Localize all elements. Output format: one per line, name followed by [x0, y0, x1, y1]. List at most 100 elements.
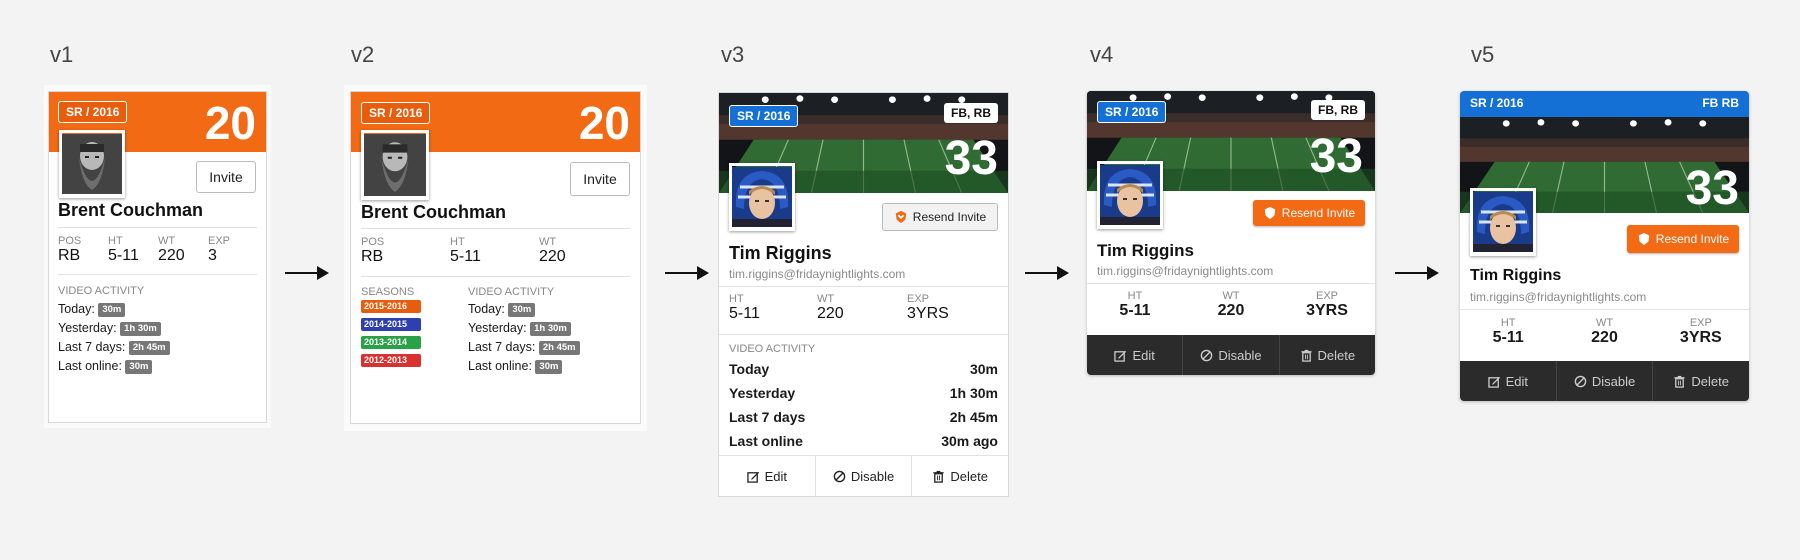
player-card-v2: SR / 2016 20 Invite Brent Couchman POS RB… — [350, 91, 641, 424]
stat-exp: EXP 3YRS — [1679, 317, 1722, 346]
trash-icon — [1673, 375, 1686, 388]
activity-tag: 1h 30m — [530, 321, 571, 336]
stat-wt: WT 220 — [158, 235, 185, 264]
player-card-v5: SR / 2016 FB RB 33 Resend Invite Tim Rig… — [1460, 91, 1749, 401]
season-badge[interactable]: 2013-2014 — [361, 336, 421, 349]
edit-icon — [1114, 349, 1127, 362]
delete-button[interactable]: Delete — [1280, 335, 1375, 375]
invite-button[interactable]: Invite — [570, 162, 630, 196]
divider — [719, 334, 1008, 335]
activity-tag: 2h 45m — [538, 340, 580, 355]
player-card-v1: SR / 2016 20 Invite Brent Couchman POS RB… — [48, 91, 267, 423]
player-name: Tim Riggins — [1097, 241, 1194, 260]
stat-exp: EXP 3YRS — [1306, 290, 1348, 319]
stats-row: HT 5-11 WT 220 EXP 3YRS — [1460, 317, 1749, 347]
ban-icon — [1200, 349, 1213, 362]
edit-icon — [747, 470, 760, 483]
avatar — [59, 130, 125, 198]
stat-pos: POS RB — [58, 235, 82, 264]
activity-tag: 1h 30m — [120, 321, 161, 336]
activity-tag: 2h 45m — [128, 340, 170, 355]
video-activity: VIDEO ACTIVITY Today: 30m Yesterday: 1h … — [58, 282, 170, 376]
shield-icon — [1637, 232, 1651, 246]
season-badge[interactable]: 2012-2013 — [361, 354, 421, 367]
class-badge: SR / 2016 — [1097, 101, 1167, 123]
arrow-icon — [1025, 266, 1069, 280]
class-badge: SR / 2016 — [729, 105, 799, 127]
divider — [361, 228, 630, 229]
stat-wt: WT 220 — [1591, 317, 1618, 346]
activity-tag: 30m — [98, 302, 126, 317]
stat-wt: WT 220 — [1217, 290, 1245, 319]
version-label-v2: v2 — [351, 42, 375, 67]
version-label-v1: v1 — [50, 42, 74, 67]
divider — [719, 286, 1008, 287]
invite-button[interactable]: Invite — [196, 161, 256, 193]
activity-tag: 30m — [535, 359, 563, 374]
edit-button[interactable]: Edit — [1460, 361, 1557, 401]
version-label-v5: v5 — [1471, 42, 1495, 67]
disable-button[interactable]: Disable — [1183, 335, 1280, 375]
divider — [58, 274, 257, 275]
resend-invite-button[interactable]: Resend Invite — [1627, 225, 1739, 253]
seasons-list: SEASONS 2015-2016 2014-2015 2013-2014 20… — [361, 284, 421, 372]
stat-exp: EXP 3 — [208, 235, 231, 264]
player-name: Tim Riggins — [1470, 267, 1562, 284]
shield-icon — [894, 210, 908, 224]
jersey-number: 20 — [204, 97, 256, 149]
jersey-number: 20 — [578, 97, 630, 149]
trash-icon — [932, 470, 945, 483]
avatar — [729, 163, 795, 231]
season-badge[interactable]: 2014-2015 — [361, 318, 421, 331]
ban-icon — [833, 470, 846, 483]
divider — [58, 227, 257, 228]
divider — [1087, 283, 1375, 284]
video-activity: VIDEO ACTIVITY Today 30m Yesterday 1h 30m … — [729, 343, 998, 449]
arrow-icon — [285, 266, 329, 280]
edit-button[interactable]: Edit — [719, 456, 816, 496]
jersey-number: 33 — [1309, 130, 1363, 183]
stats-row: HT 5-11 WT 220 EXP 3YRS — [1087, 290, 1375, 320]
version-label-v4: v4 — [1090, 42, 1114, 67]
action-bar: Edit Disable Delete — [719, 456, 1008, 496]
card-v2-frame: SR / 2016 20 Invite Brent Couchman POS RB… — [344, 85, 647, 431]
class-badge: SR / 2016 — [1470, 96, 1524, 110]
jersey-number: 33 — [1685, 162, 1739, 215]
class-badge: SR / 2016 — [361, 102, 431, 124]
ban-icon — [1574, 375, 1587, 388]
version-label-v3: v3 — [721, 42, 745, 67]
disable-button[interactable]: Disable — [1557, 361, 1654, 401]
delete-button[interactable]: Delete — [912, 456, 1008, 496]
trash-icon — [1300, 349, 1313, 362]
class-badge: SR / 2016 — [58, 101, 128, 123]
card-v1-frame: SR / 2016 20 Invite Brent Couchman POS RB… — [44, 85, 271, 428]
edit-icon — [1488, 375, 1501, 388]
stat-exp: EXP 3YRS — [907, 293, 949, 322]
season-badge[interactable]: 2015-2016 — [361, 300, 421, 313]
disable-button[interactable]: Disable — [816, 456, 913, 496]
avatar — [1097, 161, 1163, 229]
player-card-v3: SR / 2016 FB, RB 33 Resend Invite Tim Ri… — [718, 92, 1009, 497]
stat-ht: HT 5-11 — [1119, 290, 1151, 319]
resend-invite-button[interactable]: Resend Invite — [882, 203, 998, 231]
action-bar: Edit Disable Delete — [1460, 361, 1749, 401]
stat-ht: HT 5-11 — [1492, 317, 1524, 346]
edit-button[interactable]: Edit — [1087, 335, 1184, 375]
player-card-v4: SR / 2016 FB, RB 33 Resend Invite Tim Ri… — [1087, 91, 1375, 375]
stat-wt: WT 220 — [539, 236, 566, 265]
stat-wt: WT 220 — [817, 293, 844, 322]
stat-ht: HT 5-11 — [729, 293, 760, 322]
player-name: Brent Couchman — [361, 202, 507, 222]
stat-ht: HT 5-11 — [450, 236, 481, 265]
positions-badge: FB, RB — [944, 103, 998, 123]
player-name: Tim Riggins — [729, 243, 832, 263]
video-activity: VIDEO ACTIVITY Today: 30m Yesterday: 1h … — [468, 284, 580, 376]
stat-ht: HT 5-11 — [108, 235, 139, 264]
avatar — [1470, 188, 1536, 256]
action-bar: Edit Disable Delete — [1087, 335, 1375, 375]
stat-pos: POS RB — [361, 236, 385, 265]
player-email: tim.riggins@fridaynightlights.com — [729, 267, 906, 281]
resend-invite-button[interactable]: Resend Invite — [1253, 200, 1365, 226]
delete-button[interactable]: Delete — [1653, 361, 1749, 401]
activity-tag: 30m — [125, 359, 153, 374]
